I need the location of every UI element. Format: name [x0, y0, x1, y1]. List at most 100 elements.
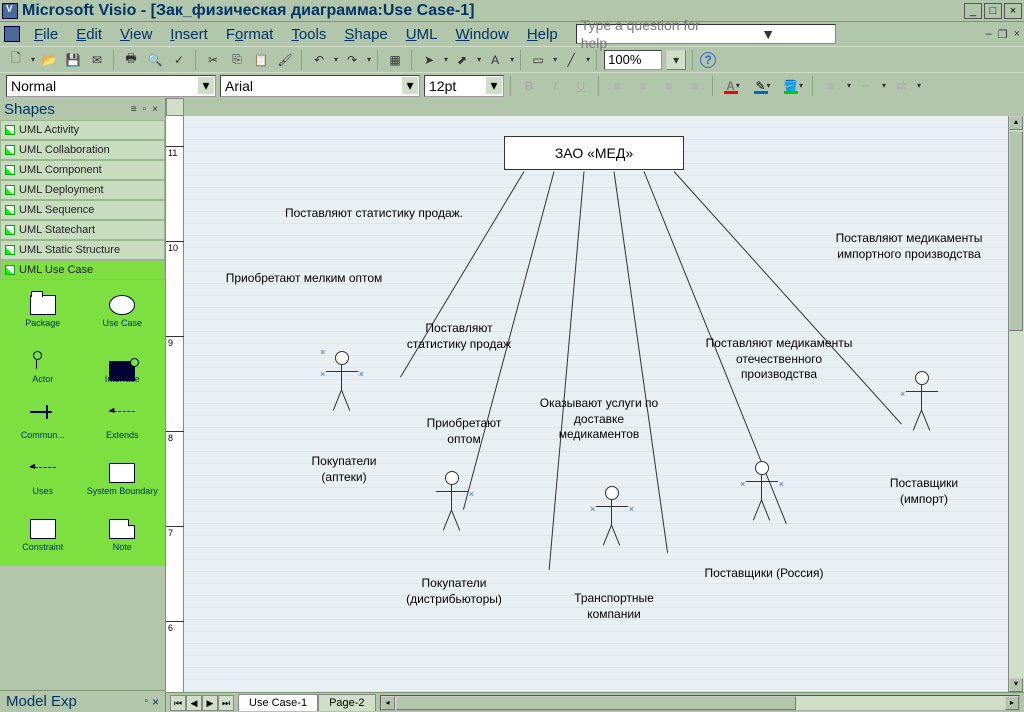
fill-color-button[interactable]: 🪣▾ — [780, 76, 806, 96]
label-stat-1: Поставляют статистику продаж. — [279, 206, 469, 222]
spellcheck-button[interactable]: ✓ — [169, 50, 189, 70]
tab-prev-button[interactable]: ◀ — [186, 695, 202, 711]
actor-pharmacies[interactable]: ××× — [324, 351, 360, 421]
underline-button[interactable]: U — [570, 76, 592, 96]
zoom-combo[interactable]: 100% — [604, 50, 662, 70]
page-tabbar: ⏮ ◀ ▶ ⏭ Use Case-1 Page-2 ◂ ▸ — [166, 692, 1024, 712]
redo-button[interactable]: ↷ — [342, 50, 362, 70]
style-combo[interactable]: Normal▾ — [6, 75, 216, 97]
stencil-uml-component[interactable]: UML Component — [0, 160, 165, 180]
align-right-button[interactable]: ≡ — [658, 76, 680, 96]
connector-tool-button[interactable]: ⬈ — [452, 50, 472, 70]
actor-suppliers-russia[interactable]: ×× — [744, 461, 780, 531]
shape-constraint[interactable]: Constraint — [4, 508, 82, 562]
italic-button[interactable]: I — [544, 76, 566, 96]
label-wholesale: Приобретают оптом — [409, 416, 519, 447]
pointer-tool-button[interactable]: ➤ — [419, 50, 439, 70]
line-pattern-button[interactable]: ╌ — [855, 76, 877, 96]
maximize-button[interactable]: □ — [984, 3, 1002, 19]
standard-toolbar: 🗋▾ 📂 💾 ✉ 🖶 🔍 ✓ ✂ ⎘ 📋 🖌 ↶▾ ↷▾ ▦ ➤▾ ⬈▾ A▾ … — [0, 46, 1024, 72]
menu-shape[interactable]: Shape — [336, 24, 395, 45]
bold-button[interactable]: B — [518, 76, 540, 96]
menu-edit[interactable]: Edit — [68, 24, 110, 45]
doc-minimize-button[interactable]: ‒ — [986, 28, 992, 41]
vertical-scrollbar[interactable]: ▴ ▾ — [1008, 116, 1024, 692]
stencil-uml-activity[interactable]: UML Activity — [0, 120, 165, 140]
line-weight-button[interactable]: ≡ — [820, 76, 842, 96]
doc-close-button[interactable]: × — [1014, 28, 1020, 41]
tab-first-button[interactable]: ⏮ — [170, 695, 186, 711]
open-button[interactable]: 📂 — [39, 50, 59, 70]
doc-restore-button[interactable]: ❐ — [998, 28, 1008, 41]
line-color-button[interactable]: ✎▾ — [750, 76, 776, 96]
stencil-uml-deployment[interactable]: UML Deployment — [0, 180, 165, 200]
copy-button[interactable]: ⎘ — [227, 50, 247, 70]
font-color-button[interactable]: A▾ — [720, 76, 746, 96]
drawing-canvas[interactable]: ЗАО «МЕД» Поставляют статистику продаж. … — [184, 116, 1008, 692]
shape-uses[interactable]: Uses — [4, 452, 82, 506]
shape-use-case[interactable]: Use Case — [84, 284, 162, 338]
shapes-button[interactable]: ▦ — [385, 50, 405, 70]
menu-tools[interactable]: Tools — [283, 24, 334, 45]
shapes-pin-icon[interactable]: ▫ — [143, 104, 147, 115]
horizontal-scrollbar[interactable]: ◂ ▸ — [380, 695, 1020, 711]
stencil-uml-sequence[interactable]: UML Sequence — [0, 200, 165, 220]
font-combo[interactable]: Arial▾ — [220, 75, 420, 97]
paste-button[interactable]: 📋 — [251, 50, 271, 70]
menu-view[interactable]: View — [112, 24, 160, 45]
help-search-box[interactable]: Type a question for help ▼ — [576, 24, 836, 44]
actor-suppliers-import[interactable]: × — [904, 371, 940, 441]
font-size-combo[interactable]: 12pt▾ — [424, 75, 504, 97]
line-tool-button[interactable]: ╱ — [561, 50, 581, 70]
menu-help[interactable]: Help — [519, 24, 566, 45]
zoom-dropdown-button[interactable]: ▾ — [666, 50, 686, 70]
shapes-close-icon[interactable]: × — [152, 104, 158, 115]
actor-distributors[interactable]: × — [434, 471, 470, 541]
shape-actor[interactable]: Actor — [4, 340, 82, 394]
shape-extends[interactable]: Extends — [84, 396, 162, 450]
save-button[interactable]: 💾 — [63, 50, 83, 70]
close-button[interactable]: × — [1004, 3, 1022, 19]
print-button[interactable]: 🖶 — [121, 50, 141, 70]
main-node[interactable]: ЗАО «МЕД» — [504, 136, 684, 170]
shape-package[interactable]: Package — [4, 284, 82, 338]
help-button[interactable]: ? — [700, 52, 716, 68]
ruler-corner — [166, 98, 184, 116]
mail-button[interactable]: ✉ — [87, 50, 107, 70]
menu-uml[interactable]: UML — [398, 24, 446, 45]
tab-use-case-1[interactable]: Use Case-1 — [238, 694, 318, 711]
cut-button[interactable]: ✂ — [203, 50, 223, 70]
align-center-button[interactable]: ≡ — [632, 76, 654, 96]
tab-last-button[interactable]: ⏭ — [218, 695, 234, 711]
help-dropdown-icon[interactable]: ▼ — [706, 25, 831, 43]
stencil-uml-collaboration[interactable]: UML Collaboration — [0, 140, 165, 160]
print-preview-button[interactable]: 🔍 — [145, 50, 165, 70]
menu-format[interactable]: Format — [218, 24, 282, 45]
align-justify-button[interactable]: ≡ — [684, 76, 706, 96]
menu-insert[interactable]: Insert — [162, 24, 216, 45]
shape-communicates[interactable]: Commun... — [4, 396, 82, 450]
shape-interface[interactable]: Interface — [84, 340, 162, 394]
text-tool-button[interactable]: A — [485, 50, 505, 70]
new-button[interactable]: 🗋 — [6, 50, 26, 70]
menu-window[interactable]: Window — [447, 24, 516, 45]
format-painter-button[interactable]: 🖌 — [275, 50, 295, 70]
tab-next-button[interactable]: ▶ — [202, 695, 218, 711]
undo-button[interactable]: ↶ — [309, 50, 329, 70]
stencil-uml-static-structure[interactable]: UML Static Structure — [0, 240, 165, 260]
shape-note[interactable]: Note — [84, 508, 162, 562]
model-explorer-header[interactable]: Model Exp ▫ × — [0, 690, 165, 712]
tab-page-2[interactable]: Page-2 — [318, 694, 375, 711]
menu-file[interactable]: FFileile — [26, 24, 66, 45]
shape-system-boundary[interactable]: System Boundary — [84, 452, 162, 506]
stencil-uml-use-case[interactable]: UML Use Case — [0, 260, 165, 280]
vertical-ruler: 11 10 9 8 7 6 — [166, 116, 184, 692]
minimize-button[interactable]: _ — [964, 3, 982, 19]
stencil-uml-statechart[interactable]: UML Statechart — [0, 220, 165, 240]
align-left-button[interactable]: ≡ — [606, 76, 628, 96]
shapes-menu-icon[interactable]: ≡ — [131, 104, 137, 115]
actor-transport[interactable]: ×× — [594, 486, 630, 556]
rectangle-tool-button[interactable]: ▭ — [528, 50, 548, 70]
actor-transport-label: Транспортные компании — [554, 591, 674, 622]
line-ends-button[interactable]: ⇄ — [890, 76, 912, 96]
